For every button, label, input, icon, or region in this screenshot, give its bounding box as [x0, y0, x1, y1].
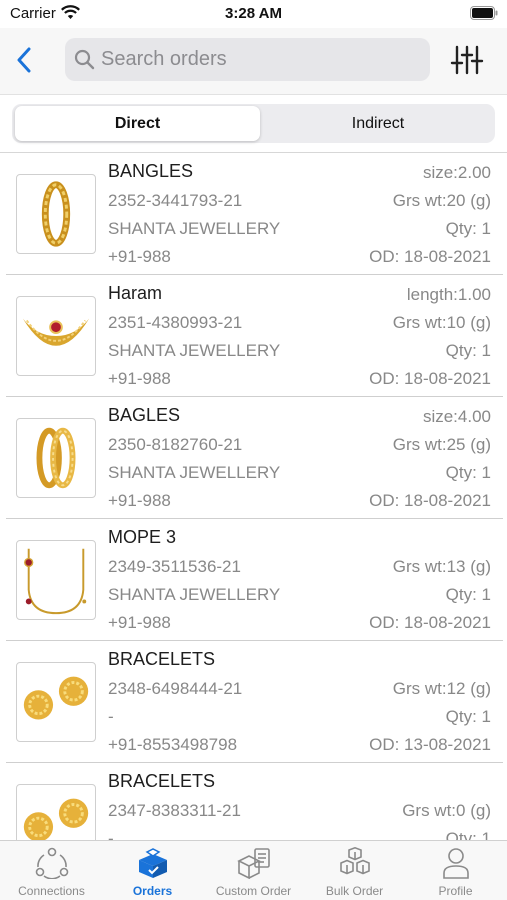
quantity: Qty: 1	[445, 341, 491, 360]
tab-label: Orders	[132, 884, 173, 898]
order-row[interactable]: MOPE 3 2349-3511536-21 Grs wt:13 (g) SHA…	[0, 519, 507, 641]
order-row[interactable]: Haram length:1.00 2351-4380993-21 Grs wt…	[0, 275, 507, 397]
necklace-icon	[16, 296, 96, 376]
tab-connections[interactable]: Connections	[1, 841, 102, 900]
shop-name: SHANTA JEWELLERY	[108, 585, 281, 604]
chevron-left-icon	[17, 47, 31, 73]
quantity: Qty: 1	[445, 707, 491, 726]
order-title: BANGLES	[108, 161, 194, 181]
earrings-icon	[16, 662, 96, 742]
shop-name: SHANTA JEWELLERY	[108, 463, 281, 482]
tab-label: Profile	[438, 884, 473, 898]
order-spec: length:1.00	[406, 285, 491, 304]
order-date: OD: 18-08-2021	[369, 491, 491, 510]
orders-box-icon	[138, 848, 167, 878]
order-title: MOPE 3	[108, 527, 177, 547]
phone-number: +91-988	[108, 369, 171, 388]
order-title: Haram	[108, 283, 163, 303]
order-row[interactable]: BRACELETS 2348-6498444-21 Grs wt:12 (g) …	[0, 641, 507, 763]
shop-name: SHANTA JEWELLERY	[108, 219, 281, 238]
order-list: BANGLES size:2.00 2352-3441793-21 Grs wt…	[0, 152, 507, 840]
gross-weight: Grs wt:20 (g)	[392, 191, 491, 210]
gross-weight: Grs wt:10 (g)	[392, 313, 491, 332]
order-number: 2348-6498444-21	[108, 679, 243, 698]
gross-weight: Grs wt:13 (g)	[392, 557, 491, 576]
order-spec: size:4.00	[422, 407, 491, 426]
quantity: Qty: 1	[445, 829, 491, 840]
order-spec: size:2.00	[422, 163, 491, 182]
search-box[interactable]	[65, 38, 430, 81]
bangles-pair-icon	[16, 418, 96, 498]
shop-name: -	[108, 829, 114, 840]
order-number: 2350-8182760-21	[108, 435, 243, 454]
search-input[interactable]	[101, 38, 421, 81]
order-row[interactable]: BAGLES size:4.00 2350-8182760-21 Grs wt:…	[0, 397, 507, 519]
status-time: 3:28 AM	[225, 5, 282, 22]
tab-label: Connections	[18, 884, 85, 898]
order-number: 2347-8383311-21	[108, 801, 241, 820]
custom-order-icon	[236, 848, 270, 879]
header	[0, 28, 507, 94]
order-number: 2352-3441793-21	[108, 191, 243, 210]
phone-number: +91-988	[108, 491, 171, 510]
gross-weight: Grs wt:12 (g)	[392, 679, 491, 698]
bottom-tab-bar: Connections Orders Custom Order Bulk Ord…	[0, 840, 507, 900]
gross-weight: Grs wt:25 (g)	[392, 435, 491, 454]
gross-weight: Grs wt:0 (g)	[402, 801, 491, 820]
profile-icon	[442, 848, 469, 879]
bulk-order-icon	[339, 847, 370, 875]
bangle-icon	[16, 174, 96, 254]
order-number: 2351-4380993-21	[108, 313, 243, 332]
back-button[interactable]	[10, 44, 38, 76]
connections-icon	[35, 847, 68, 879]
segment-direct[interactable]: Direct	[15, 106, 260, 141]
phone-number: +91-8553498798	[108, 735, 238, 754]
tab-label: Custom Order	[215, 884, 292, 898]
quantity: Qty: 1	[445, 219, 491, 238]
order-title: BAGLES	[108, 405, 181, 425]
order-date: OD: 18-08-2021	[369, 247, 491, 266]
chain-icon	[16, 540, 96, 620]
segment-indirect[interactable]: Indirect	[264, 106, 492, 141]
quantity: Qty: 1	[445, 585, 491, 604]
order-date: OD: 18-08-2021	[369, 613, 491, 632]
status-bar: Carrier 3:28 AM	[0, 0, 507, 28]
order-date: OD: 18-08-2021	[369, 369, 491, 388]
phone-number: +91-988	[108, 247, 171, 266]
order-title: BRACELETS	[108, 649, 216, 669]
segment-bar: Direct Indirect	[0, 94, 507, 152]
tab-orders[interactable]: Orders	[102, 841, 203, 900]
phone-number: +91-988	[108, 613, 171, 632]
order-row[interactable]: BANGLES size:2.00 2352-3441793-21 Grs wt…	[0, 153, 507, 275]
search-icon	[74, 49, 95, 70]
order-row[interactable]: BRACELETS 2347-8383311-21 Grs wt:0 (g) -…	[0, 763, 507, 840]
order-date: OD: 13-08-2021	[369, 735, 491, 754]
order-title: BRACELETS	[108, 771, 216, 791]
tab-custom-order[interactable]: Custom Order	[203, 841, 304, 900]
shop-name: SHANTA JEWELLERY	[108, 341, 281, 360]
direct-indirect-segmented-control: Direct Indirect	[12, 104, 495, 143]
tab-profile[interactable]: Profile	[405, 841, 506, 900]
filter-sliders-icon[interactable]	[450, 44, 484, 76]
earrings-icon	[16, 784, 96, 840]
order-number: 2349-3511536-21	[108, 557, 241, 576]
quantity: Qty: 1	[445, 463, 491, 482]
battery-icon	[470, 6, 498, 20]
tab-label: Bulk Order	[325, 884, 384, 898]
shop-name: -	[108, 707, 114, 726]
tab-bulk-order[interactable]: Bulk Order	[304, 841, 405, 900]
